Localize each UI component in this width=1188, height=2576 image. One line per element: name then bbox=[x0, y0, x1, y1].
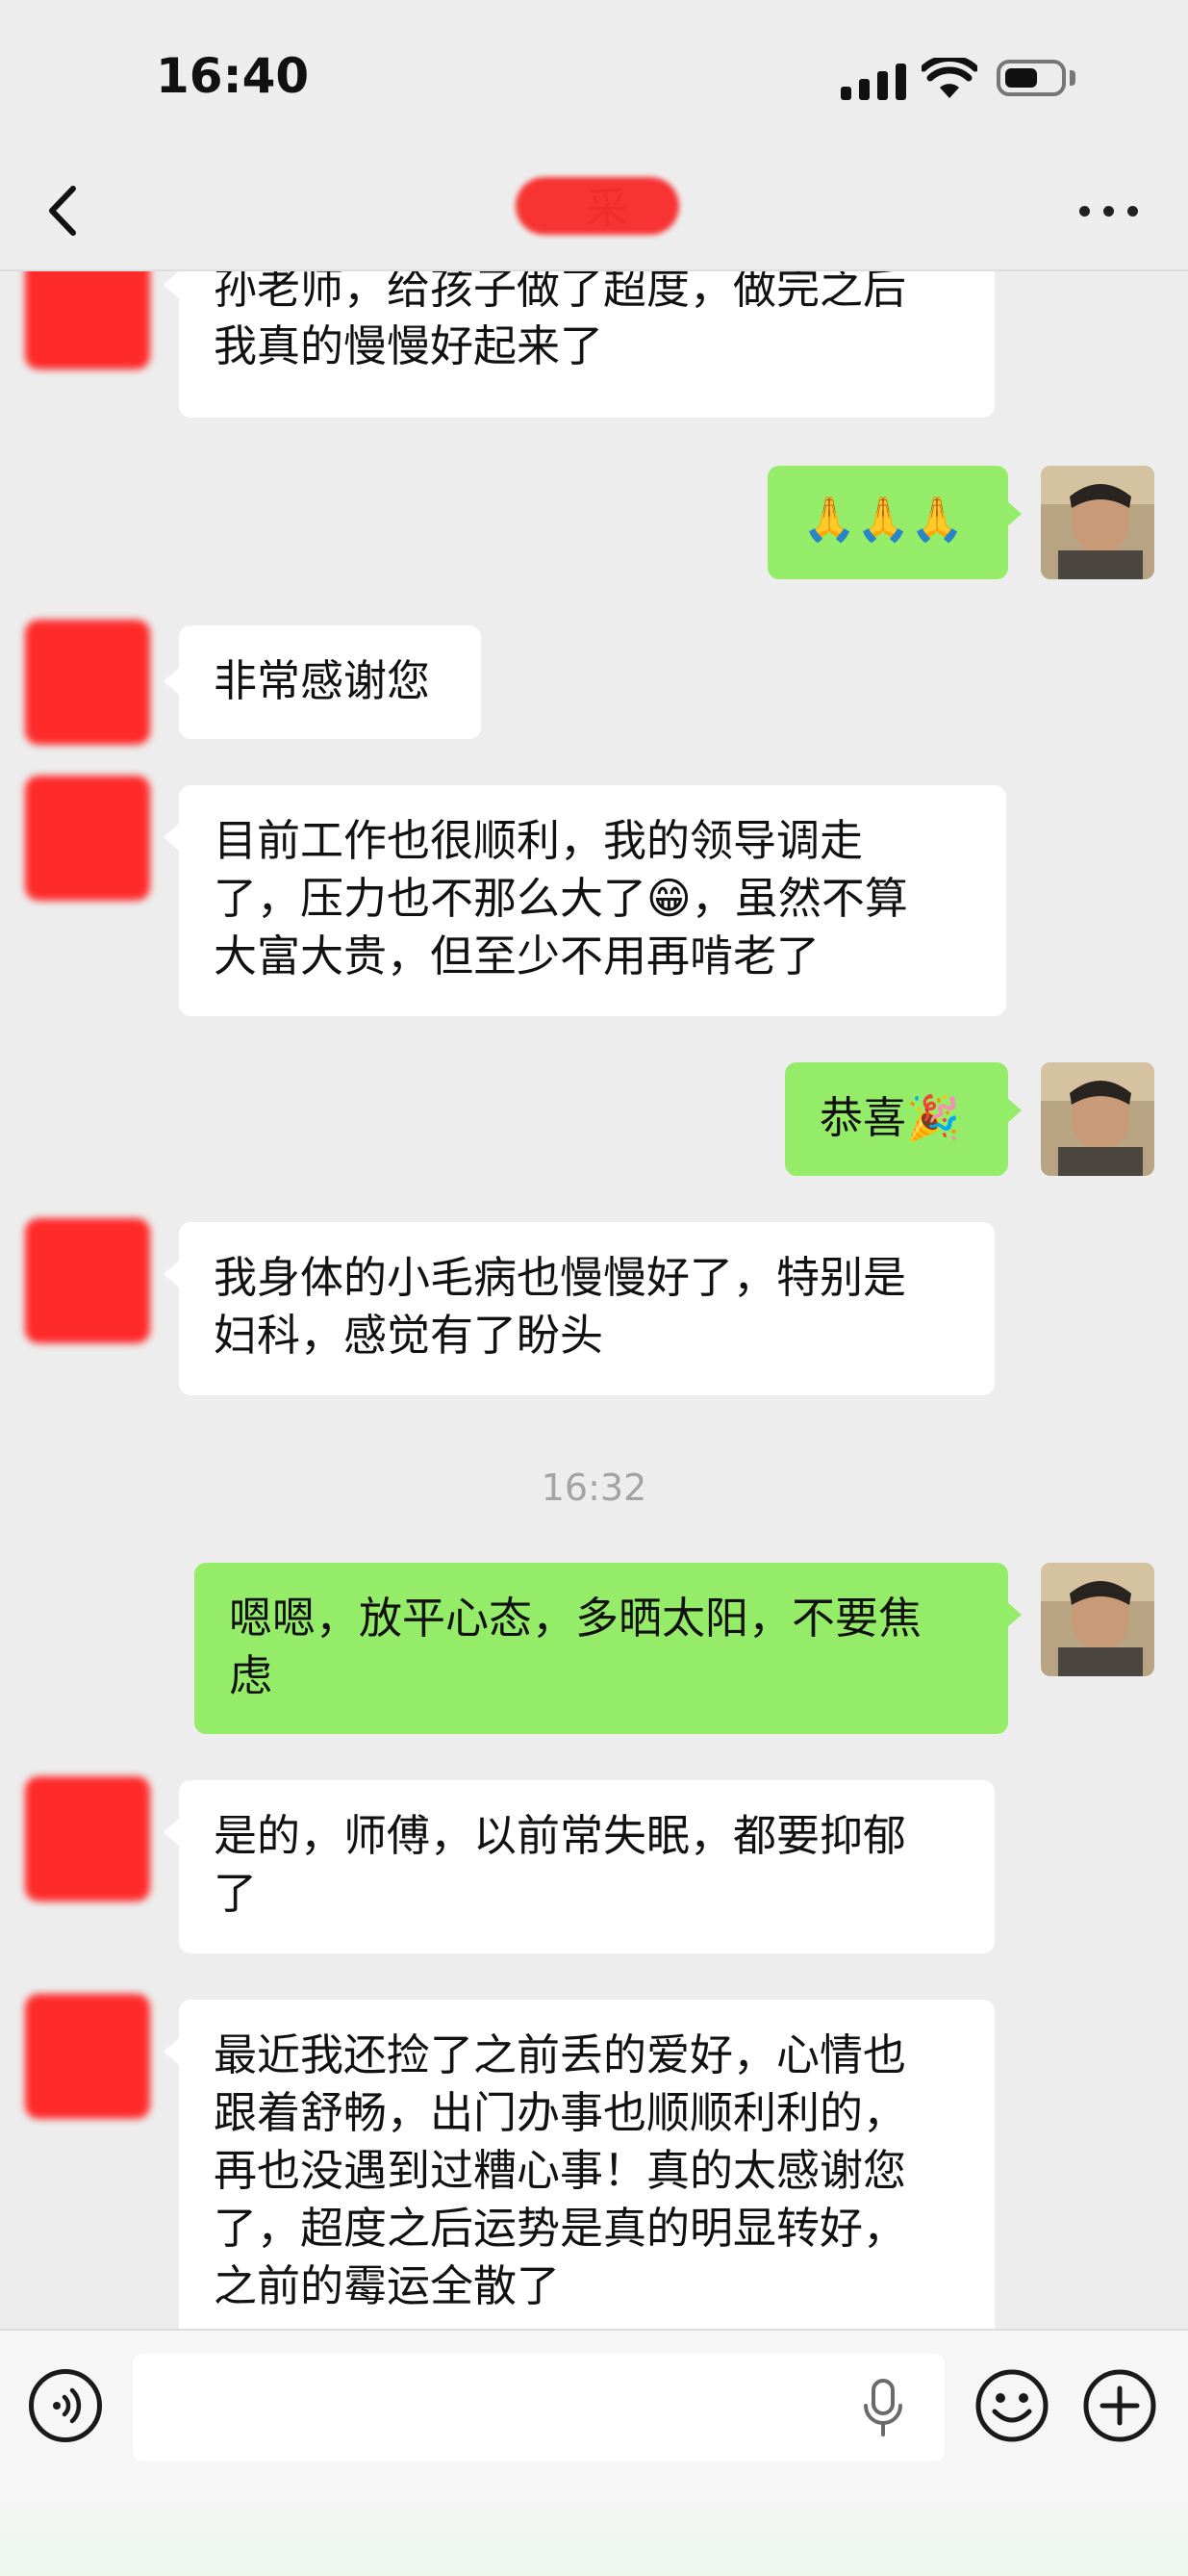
chat-header: 采 bbox=[0, 154, 1188, 271]
status-time: 16:40 bbox=[156, 48, 310, 104]
chevron-left-icon[interactable] bbox=[38, 177, 92, 244]
avatar[interactable] bbox=[25, 776, 150, 901]
chat-screen: 16:40 采 孙老师，给孩子做了超度，做完之后 我真 bbox=[0, 0, 1188, 2576]
wifi-icon bbox=[922, 58, 977, 98]
mic-icon[interactable] bbox=[862, 2377, 904, 2438]
message-bubble[interactable]: 是的，师傅，以前常失眠，都要抑郁 了 bbox=[179, 1780, 995, 1953]
emoji-icon[interactable] bbox=[973, 2367, 1050, 2444]
avatar[interactable] bbox=[25, 1218, 150, 1343]
avatar[interactable] bbox=[1041, 466, 1154, 579]
timestamp: 16:32 bbox=[541, 1467, 647, 1509]
message-bubble[interactable]: 孙老师，给孩子做了超度，做完之后 我真的慢慢好起来了 bbox=[179, 271, 995, 418]
plus-icon[interactable] bbox=[1081, 2367, 1158, 2444]
name-redaction bbox=[516, 177, 679, 235]
message-bubble[interactable]: 最近我还捡了之前丢的爱好，心情也 跟着舒畅，出门办事也顺顺利利的， 再也没遇到过… bbox=[179, 2000, 995, 2329]
avatar[interactable] bbox=[25, 620, 150, 745]
battery-icon bbox=[997, 60, 1066, 96]
message-bubble[interactable]: 嗯嗯，放平心态，多晒太阳，不要焦 虑 bbox=[194, 1563, 1008, 1734]
message-input[interactable] bbox=[133, 2354, 945, 2461]
signal-icon bbox=[841, 62, 906, 100]
more-icon[interactable] bbox=[1075, 200, 1143, 223]
avatar[interactable] bbox=[25, 271, 150, 370]
message-bubble[interactable]: 恭喜🎉 bbox=[785, 1062, 1008, 1176]
status-bar: 16:40 bbox=[0, 0, 1188, 154]
message-bubble[interactable]: 目前工作也很顺利，我的领导调走 了，压力也不那么大了😁，虽然不算 大富大贵，但至… bbox=[179, 785, 1006, 1016]
message-bubble[interactable]: 非常感谢您 bbox=[179, 625, 481, 739]
avatar[interactable] bbox=[25, 1776, 150, 1901]
avatar[interactable] bbox=[1041, 1563, 1154, 1676]
message-bubble[interactable]: 我身体的小毛病也慢慢好了，特别是 妇科，感觉有了盼头 bbox=[179, 1222, 995, 1395]
battery-cap bbox=[1070, 70, 1075, 86]
avatar[interactable] bbox=[25, 1994, 150, 2119]
voice-icon[interactable] bbox=[29, 2369, 102, 2442]
avatar[interactable] bbox=[1041, 1062, 1154, 1176]
message-bubble[interactable]: 🙏🙏🙏 bbox=[768, 466, 1008, 579]
message-list[interactable]: 孙老师，给孩子做了超度，做完之后 我真的慢慢好起来了 🙏🙏🙏 非常感谢您 目前工… bbox=[0, 271, 1188, 2329]
home-indicator-area bbox=[0, 2492, 1188, 2576]
